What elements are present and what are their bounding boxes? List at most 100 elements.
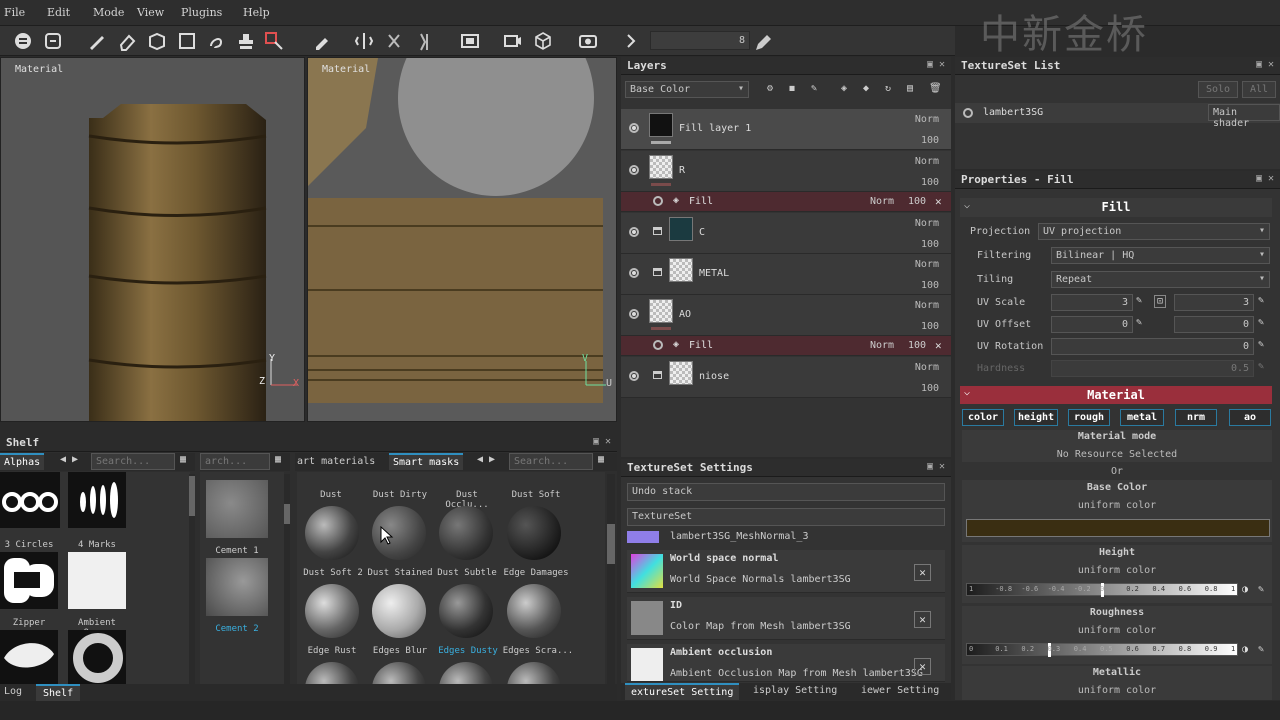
layer-blend[interactable]: Norm (915, 362, 939, 373)
export-icon[interactable] (42, 30, 64, 52)
uv-offset-a-slider[interactable]: 0 (1051, 316, 1133, 333)
pen-icon[interactable]: ✎ (1258, 361, 1264, 372)
brush-icon[interactable] (86, 30, 108, 52)
menu-mode[interactable]: Mode (93, 6, 124, 19)
nav-arrows-icon[interactable]: ◀ ▶ (60, 454, 78, 465)
tab-viewer-setting[interactable]: iewer Setting (861, 685, 939, 696)
solo-button[interactable]: Solo (1198, 81, 1238, 98)
channel-dropdown[interactable]: Base Color (625, 81, 749, 98)
hardness-slider[interactable]: 0.5 (1051, 360, 1254, 377)
layer-blend[interactable]: Norm (915, 300, 939, 311)
menu-view[interactable]: View (137, 6, 164, 19)
brush-size-field[interactable]: 8 (650, 31, 750, 50)
alpha-thumb[interactable] (0, 552, 58, 609)
mask-thumb[interactable] (507, 584, 561, 638)
procedurals-scrollbar[interactable] (284, 474, 290, 684)
fill-effect-row[interactable]: ◈ Fill Norm 100 ✕ (621, 192, 951, 212)
material-mode-value[interactable]: No Resource Selected (962, 449, 1272, 460)
tab-shelf[interactable]: Shelf (36, 684, 81, 701)
alpha-thumb[interactable] (0, 472, 60, 528)
mask-thumb[interactable] (439, 506, 493, 560)
pen-icon[interactable]: ✎ (1258, 339, 1264, 350)
layer-row[interactable]: METAL Norm 100 (621, 254, 951, 295)
pen-icon[interactable]: ✎ (1258, 295, 1264, 306)
visibility-eye-icon[interactable] (629, 309, 639, 319)
layer-row[interactable]: AO Norm 100 (621, 295, 951, 336)
alphas-scrollbar[interactable] (189, 474, 195, 684)
fill-effect-row[interactable]: ◈ Fill Norm 100 ✕ (621, 336, 951, 356)
close-icon[interactable]: ✕ (914, 611, 931, 628)
panel-controls-icon[interactable]: ▣ ✕ (927, 461, 945, 472)
panel-controls-icon[interactable]: ▣ ✕ (927, 59, 945, 70)
channel-tab-rough[interactable]: rough (1068, 409, 1110, 426)
layer-row[interactable]: R Norm 100 (621, 151, 951, 192)
menu-plugins[interactable]: Plugins (181, 6, 222, 19)
clone-icon[interactable] (235, 30, 257, 52)
symmetry-x-icon[interactable] (383, 30, 405, 52)
menu-help[interactable]: Help (243, 6, 270, 19)
uv-offset-b-slider[interactable]: 0 (1174, 316, 1254, 333)
add-mask-icon[interactable]: ◼ (789, 83, 795, 94)
undo-stack-section[interactable]: Undo stack (627, 483, 945, 501)
height-gradient-slider[interactable]: 1 -0.8 -0.6 -0.4 -0.2 0 0.2 0.4 0.6 0.8 1 (966, 583, 1238, 597)
smart-search-input[interactable]: Search... (509, 453, 593, 470)
cube-icon[interactable] (532, 30, 554, 52)
smudge-icon[interactable] (205, 30, 227, 52)
layer-blend[interactable]: Norm (915, 259, 939, 270)
menu-edit[interactable]: Edit (47, 6, 70, 19)
viewport-3d[interactable]: Material Y Z X (0, 57, 305, 422)
alpha-thumb[interactable] (68, 472, 126, 528)
eraser-icon[interactable] (116, 30, 138, 52)
layer-blend[interactable]: Norm (915, 156, 939, 167)
fill-section-header[interactable]: ⌵ Fill (960, 198, 1272, 217)
contrast-icon[interactable]: ◑ (1242, 584, 1248, 595)
visibility-eye-icon[interactable] (963, 108, 973, 118)
layer-opacity[interactable]: 100 (921, 239, 939, 250)
layer-opacity[interactable]: 100 (921, 177, 939, 188)
channel-tab-ao[interactable]: ao (1229, 409, 1271, 426)
fill-effect-blend[interactable]: Norm (870, 340, 894, 351)
mask-thumb[interactable] (507, 506, 561, 560)
layer-blend[interactable]: Norm (915, 218, 939, 229)
visibility-eye-icon[interactable] (653, 196, 663, 206)
camera-icon[interactable] (502, 30, 524, 52)
tab-smart-materials[interactable]: art materials (297, 456, 375, 467)
grid-view-icon[interactable]: ▦ (598, 454, 604, 465)
grid-view-icon[interactable]: ▦ (275, 454, 281, 465)
tab-alphas[interactable]: Alphas (0, 453, 45, 470)
procedurals-search-input[interactable]: arch... (200, 453, 270, 470)
pen-icon[interactable]: ✎ (1258, 644, 1264, 655)
alpha-thumb[interactable] (0, 630, 58, 684)
channel-tab-color[interactable]: color (962, 409, 1004, 426)
folder-icon[interactable]: ▤ (907, 83, 913, 94)
add-layer-icon[interactable]: ◈ (841, 83, 847, 94)
picker-icon[interactable] (311, 30, 333, 52)
mask-thumb[interactable] (305, 662, 359, 684)
close-icon[interactable]: ✕ (935, 339, 942, 352)
panel-controls-icon[interactable]: ▣ ✕ (593, 436, 611, 447)
panel-controls-icon[interactable]: ▣ ✕ (1256, 59, 1274, 70)
roughness-gradient-slider[interactable]: 0 0.1 0.2 0.3 0.4 0.5 0.6 0.7 0.8 0.9 1 (966, 643, 1238, 657)
visibility-eye-icon[interactable] (629, 123, 639, 133)
visibility-eye-icon[interactable] (629, 165, 639, 175)
channel-tab-nrm[interactable]: nrm (1175, 409, 1217, 426)
close-icon[interactable]: ✕ (914, 658, 931, 675)
all-button[interactable]: All (1242, 81, 1276, 98)
polygon-fill-icon[interactable] (176, 30, 198, 52)
mask-thumb[interactable] (439, 584, 493, 638)
close-icon[interactable]: ✕ (914, 564, 931, 581)
tab-smart-masks[interactable]: Smart masks (389, 453, 464, 470)
tab-display-setting[interactable]: isplay Setting (753, 685, 837, 696)
add-fill-icon[interactable]: ◆ (863, 83, 869, 94)
fill-effect-opacity[interactable]: 100 (908, 340, 926, 351)
material-picker-icon[interactable] (263, 30, 285, 52)
visibility-eye-icon[interactable] (629, 371, 639, 381)
symmetry-y-icon[interactable] (413, 30, 435, 52)
clear-icon[interactable]: ✎ (811, 83, 817, 94)
alpha-thumb[interactable] (68, 552, 126, 609)
add-effect-icon[interactable]: ⚙ (767, 83, 773, 94)
layer-opacity[interactable]: 100 (921, 383, 939, 394)
nav-arrows-icon[interactable]: ◀ ▶ (477, 454, 495, 465)
uv-view-icon[interactable] (459, 30, 481, 52)
textureset-row[interactable]: lambert3SG Main shader (955, 103, 1280, 129)
